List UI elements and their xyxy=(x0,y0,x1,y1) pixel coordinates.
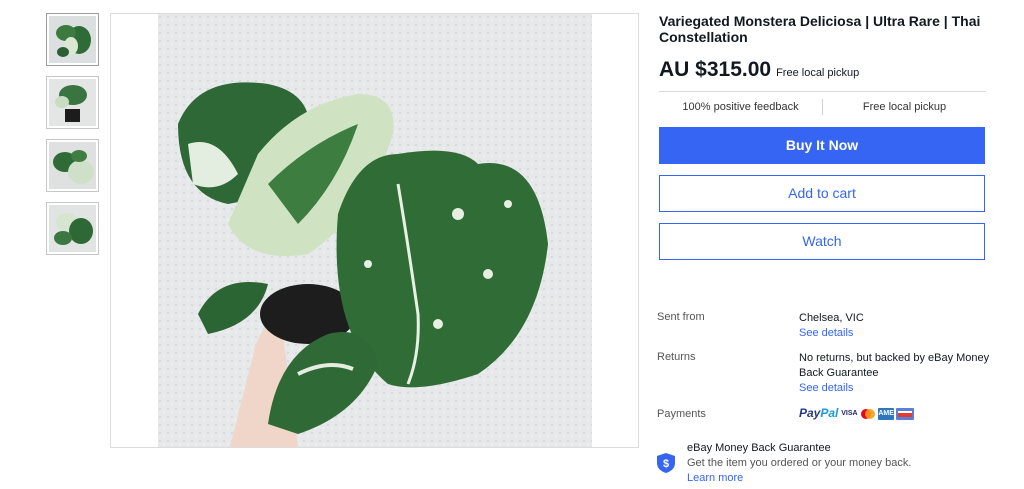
shield-dollar-icon: $ xyxy=(657,453,675,473)
amex-card-icon: AMEX xyxy=(878,407,899,420)
watch-button[interactable]: Watch xyxy=(659,223,985,260)
thumbnail-4[interactable] xyxy=(46,202,99,255)
guarantee-subtitle: Get the item you ordered or your money b… xyxy=(687,457,912,469)
main-image-frame[interactable] xyxy=(110,13,639,448)
thumbnail-strip xyxy=(46,13,99,265)
returns-see-details-link[interactable]: See details xyxy=(799,381,997,396)
sent-from-value: Chelsea, VIC xyxy=(799,312,864,324)
svg-text:$: $ xyxy=(663,458,669,470)
payment-methods: PayPal VISA AMEX xyxy=(799,406,997,421)
visa-card-icon: VISA xyxy=(840,407,859,420)
mastercard-icon xyxy=(860,407,877,420)
buy-it-now-button[interactable]: Buy It Now xyxy=(659,127,985,164)
payments-label: Payments xyxy=(657,408,706,420)
plant-thumbnail-image xyxy=(49,16,96,63)
plant-thumbnail-image xyxy=(49,79,96,126)
paypal-logo: PayPal xyxy=(799,406,839,420)
seller-feedback: 100% positive feedback xyxy=(682,101,799,113)
price-row: AU $315.00 Free local pickup xyxy=(659,58,986,82)
returns-row: Returns No returns, but backed by eBay M… xyxy=(657,351,997,396)
monstera-plant-image xyxy=(158,14,592,447)
guarantee-title: eBay Money Back Guarantee xyxy=(687,442,831,454)
add-to-cart-button[interactable]: Add to cart xyxy=(659,175,985,212)
returns-label: Returns xyxy=(657,351,696,363)
payments-row: Payments PayPal VISA AMEX xyxy=(657,406,997,421)
item-price: AU $315.00 xyxy=(659,58,772,81)
plant-thumbnail-image xyxy=(49,142,96,189)
pickup-feature: Free local pickup xyxy=(862,101,947,113)
returns-value: No returns, but backed by eBay Money Bac… xyxy=(799,352,990,379)
card-icon xyxy=(896,407,915,420)
learn-more-link[interactable]: Learn more xyxy=(687,471,911,486)
sent-from-see-details-link[interactable]: See details xyxy=(799,326,997,341)
money-back-guarantee: $ eBay Money Back Guarantee Get the item… xyxy=(657,441,997,486)
main-product-image xyxy=(158,14,592,447)
listing-panel: Variegated Monstera Deliciosa | Ultra Ra… xyxy=(659,13,986,260)
item-title: Variegated Monstera Deliciosa | Ultra Ra… xyxy=(659,13,981,45)
feature-strip: 100% positive feedback Free local pickup xyxy=(659,92,986,122)
price-note: Free local pickup xyxy=(776,67,860,79)
thumbnail-3[interactable] xyxy=(46,139,99,192)
thumbnail-2[interactable] xyxy=(46,76,99,129)
sent-from-row: Sent from Chelsea, VIC See details xyxy=(657,311,997,341)
shipping-details: Sent from Chelsea, VIC See details Retur… xyxy=(657,311,997,431)
plant-thumbnail-image xyxy=(49,205,96,252)
thumbnail-1[interactable] xyxy=(46,13,99,66)
sent-from-label: Sent from xyxy=(657,311,705,323)
